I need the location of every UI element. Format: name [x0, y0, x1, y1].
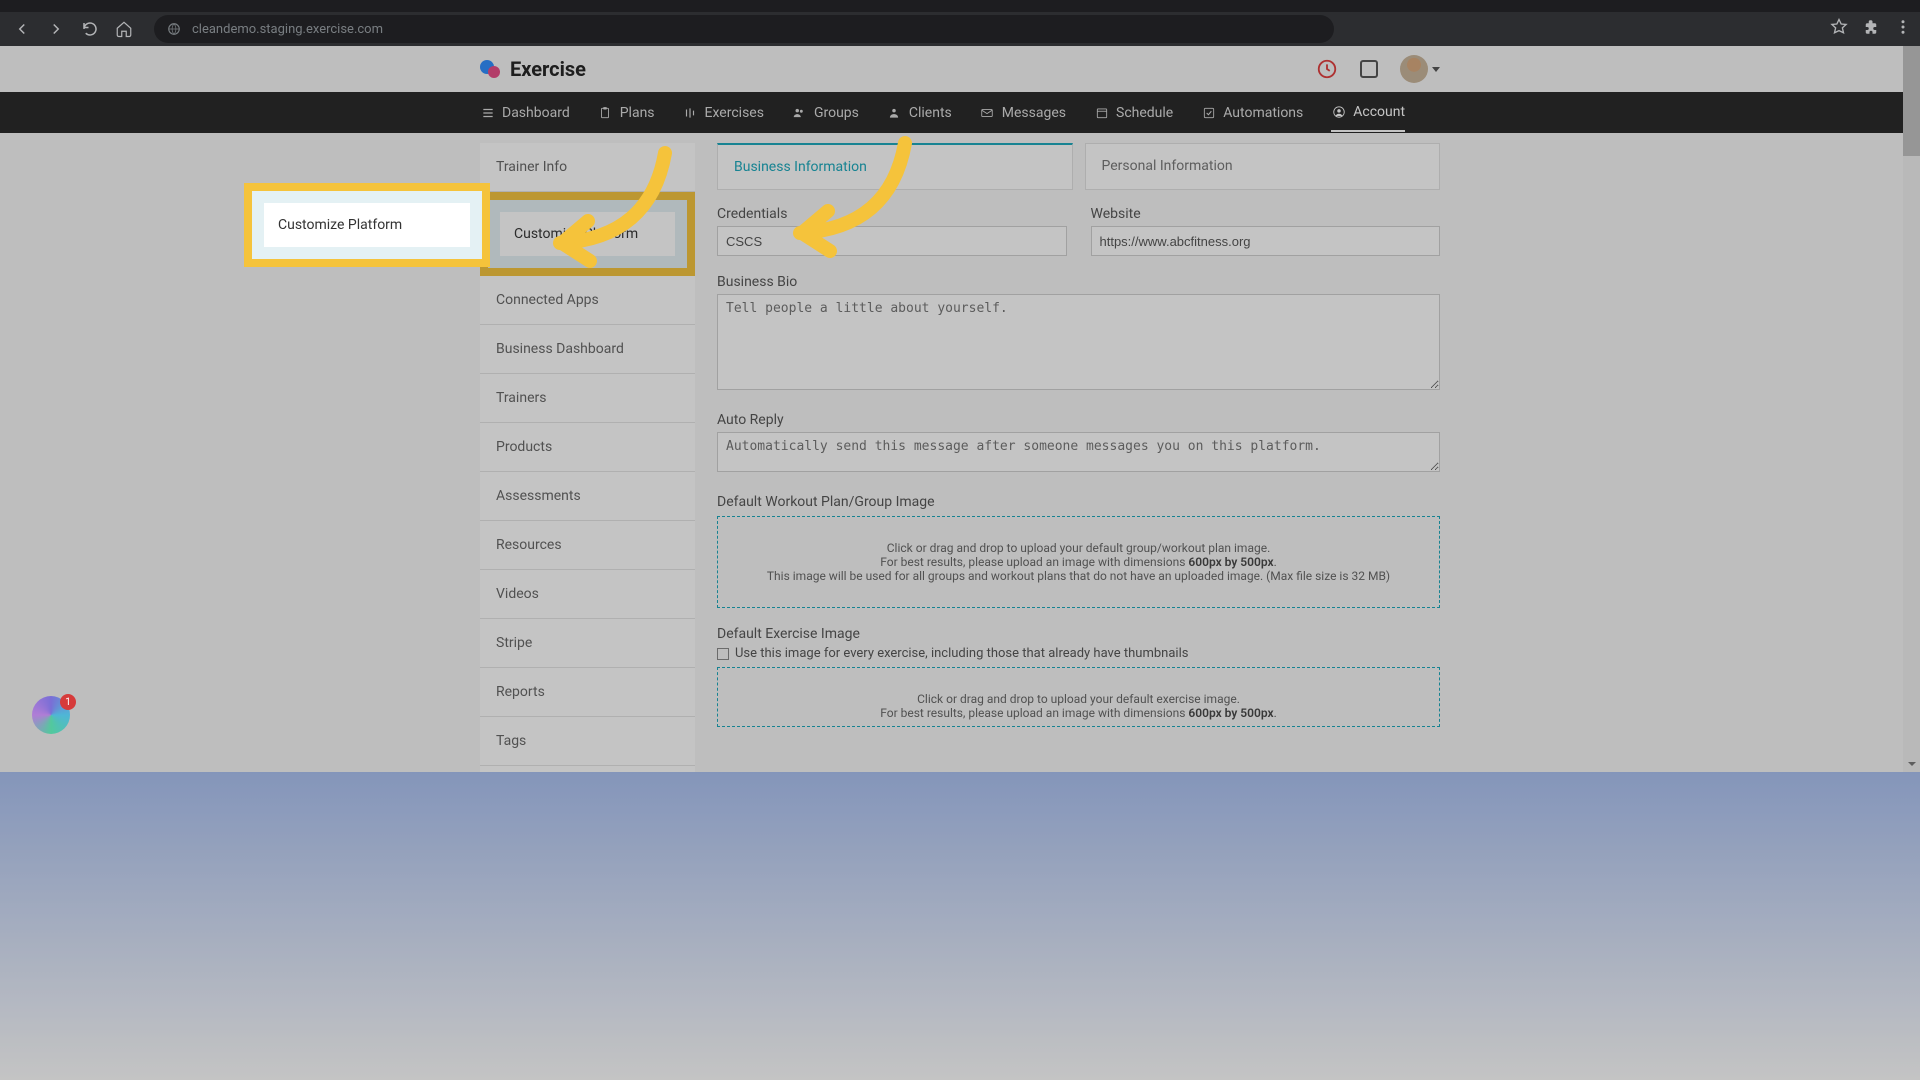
nav-schedule[interactable]: Schedule [1094, 95, 1173, 131]
sidebar-item-reports[interactable]: Reports [480, 668, 695, 717]
nav-dashboard[interactable]: Dashboard [480, 95, 570, 131]
users-icon [792, 105, 807, 120]
bottom-gradient [0, 772, 1920, 1080]
brand-logo[interactable]: Exercise [480, 57, 586, 81]
nav-groups[interactable]: Groups [792, 95, 859, 131]
plan-image-label: Default Workout Plan/Group Image [717, 494, 1440, 510]
user-icon [887, 105, 902, 120]
clock-icon[interactable] [1316, 58, 1338, 80]
account-main: Business Information Personal Informatio… [695, 143, 1440, 864]
nav-clients[interactable]: Clients [887, 95, 952, 131]
sidebar-item-trainers[interactable]: Trainers [480, 374, 695, 423]
plan-drop-line3: This image will be used for all groups a… [730, 569, 1427, 583]
clipboard-icon [598, 105, 613, 120]
nav-plans[interactable]: Plans [598, 95, 655, 131]
sidebar-item-customize-platform[interactable]: Customize Platform [480, 192, 695, 276]
ex-drop-line2: For best results, please upload an image… [730, 706, 1427, 720]
scrollbar-down-arrow[interactable] [1903, 755, 1920, 772]
credentials-input[interactable] [717, 226, 1067, 256]
website-label: Website [1091, 206, 1441, 222]
exercise-image-checkbox-row[interactable]: Use this image for every exercise, inclu… [717, 646, 1440, 661]
account-tabs: Business Information Personal Informatio… [717, 143, 1440, 190]
page-content: Trainer Info Customize Platform Connecte… [0, 133, 1920, 864]
help-widget-badge: 1 [60, 694, 76, 710]
exercise-image-dropzone[interactable]: Click or drag and drop to upload your de… [717, 667, 1440, 727]
page-scrollbar[interactable] [1903, 46, 1920, 772]
list-icon [480, 105, 495, 120]
business-bio-label: Business Bio [717, 274, 1440, 290]
credentials-label: Credentials [717, 206, 1067, 222]
highlight-callout: Customize Platform [480, 192, 695, 276]
bars-icon [683, 105, 698, 120]
app-header: Exercise [0, 46, 1920, 92]
exercise-image-label: Default Exercise Image [717, 626, 1440, 642]
usercircle-icon [1331, 104, 1346, 119]
auto-reply-label: Auto Reply [717, 412, 1440, 428]
brand-name: Exercise [510, 57, 586, 81]
check-icon [1201, 105, 1216, 120]
sidebar-item-connected-apps[interactable]: Connected Apps [480, 276, 695, 325]
auto-reply-textarea[interactable] [717, 432, 1440, 472]
sidebar-item-trainer-info[interactable]: Trainer Info [480, 143, 695, 192]
sidebar-item-stripe[interactable]: Stripe [480, 619, 695, 668]
sidebar-item-business-dashboard[interactable]: Business Dashboard [480, 325, 695, 374]
main-navbar: Dashboard Plans Exercises Groups Clients… [0, 92, 1920, 133]
mail-icon [980, 105, 995, 120]
exercise-image-checkbox-label: Use this image for every exercise, inclu… [735, 646, 1188, 661]
user-menu[interactable] [1400, 55, 1440, 83]
tab-personal-information[interactable]: Personal Information [1085, 143, 1441, 190]
nav-automations[interactable]: Automations [1201, 95, 1303, 131]
plan-drop-line2: For best results, please upload an image… [730, 555, 1427, 569]
sidebar-item-products[interactable]: Products [480, 423, 695, 472]
sidebar-item-videos[interactable]: Videos [480, 570, 695, 619]
sidebar-item-assessments[interactable]: Assessments [480, 472, 695, 521]
nav-exercises[interactable]: Exercises [683, 95, 764, 131]
nav-messages[interactable]: Messages [980, 95, 1066, 131]
plan-drop-line1: Click or drag and drop to upload your de… [730, 541, 1427, 555]
ex-drop-line1: Click or drag and drop to upload your de… [730, 692, 1427, 706]
sidebar-item-resources[interactable]: Resources [480, 521, 695, 570]
help-widget[interactable]: 1 [32, 696, 74, 738]
tab-business-information[interactable]: Business Information [717, 143, 1073, 190]
calendar-icon [1094, 105, 1109, 120]
website-input[interactable] [1091, 226, 1441, 256]
brand-logo-mark [480, 58, 502, 80]
plan-image-dropzone[interactable]: Click or drag and drop to upload your de… [717, 516, 1440, 608]
checkbox-icon[interactable] [1360, 60, 1378, 78]
sidebar-item-tags[interactable]: Tags [480, 717, 695, 766]
business-bio-textarea[interactable] [717, 294, 1440, 390]
nav-account[interactable]: Account [1331, 94, 1405, 132]
scrollbar-thumb[interactable] [1903, 46, 1920, 156]
chevron-down-icon [1432, 67, 1440, 72]
account-sidebar: Trainer Info Customize Platform Connecte… [480, 143, 695, 864]
avatar [1400, 55, 1428, 83]
exercise-image-checkbox[interactable] [717, 648, 729, 660]
